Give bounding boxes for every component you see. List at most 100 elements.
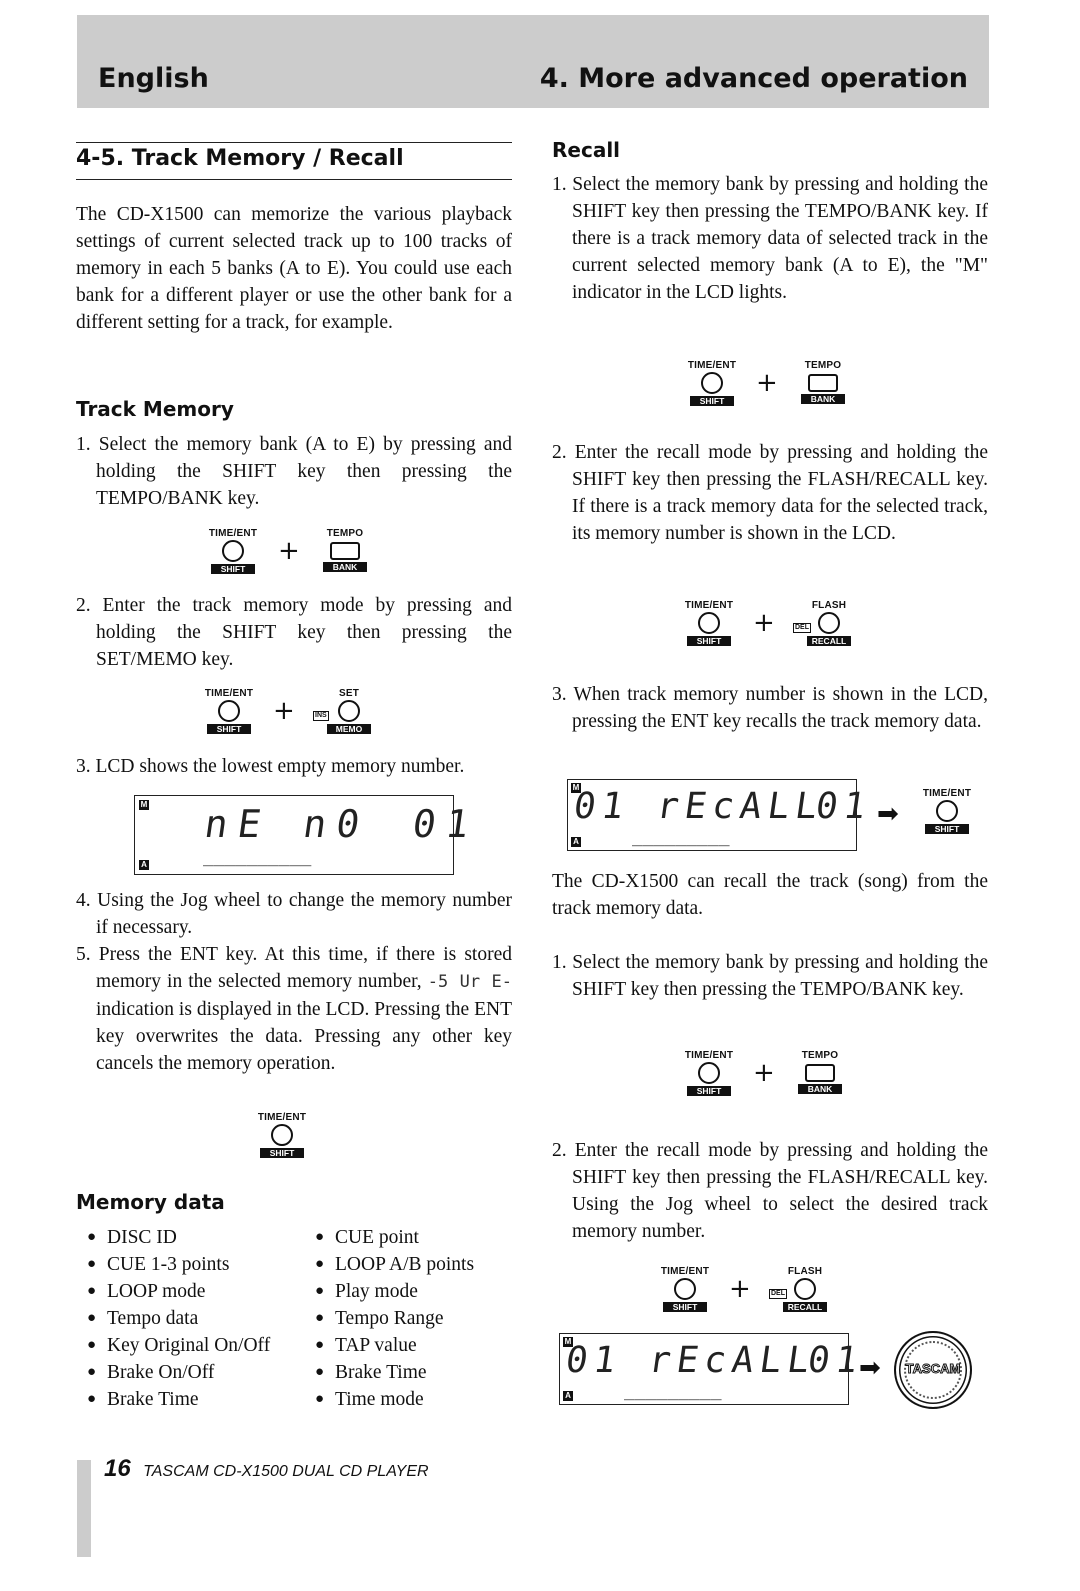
key-label: FLASH: [811, 600, 847, 611]
right-arrow-icon: ➡: [877, 799, 899, 829]
tempo-key: TEMPO BANK: [315, 528, 375, 572]
plus-sign: +: [278, 536, 300, 566]
del-tag: DEL: [793, 623, 811, 633]
list-item: Tempo data: [87, 1305, 270, 1332]
recall-step-3: 3. When track memory number is shown in …: [552, 684, 988, 732]
list-item: Tempo Range: [315, 1305, 474, 1332]
plus-sign: +: [753, 608, 775, 638]
recall-step-2: 2. Enter the recall mode by pressing and…: [552, 442, 988, 544]
key-sublabel: MEMO: [327, 724, 371, 734]
section-title-text: 4-5. Track Memory / Recall: [76, 146, 404, 171]
key-sublabel: SHIFT: [687, 636, 731, 646]
ins-tag: INS: [313, 711, 329, 721]
list-item: DISC ID: [87, 1224, 270, 1251]
list-item: Brake On/Off: [87, 1359, 270, 1386]
key-diagram-shift-flash: TIME/ENT SHIFT + FLASH DEL RECALL: [679, 600, 869, 650]
rect-button-icon: [808, 374, 838, 392]
track-memory-heading: Track Memory: [76, 397, 234, 421]
key-label: TIME/ENT: [922, 788, 972, 799]
rect-button-icon: [805, 1064, 835, 1082]
key-diagram-time-ent: TIME/ENT SHIFT: [252, 1112, 312, 1162]
right-arrow-icon: ➡: [859, 1353, 881, 1383]
del-tag: DEL: [769, 1289, 787, 1299]
track-memory-step-1: 1. Select the memory bank (A to E) by pr…: [76, 434, 512, 509]
key-sublabel: SHIFT: [690, 396, 734, 406]
time-ent-key: TIME/ENT SHIFT: [199, 688, 259, 734]
key-label: TIME/ENT: [687, 360, 737, 371]
key-sublabel: SHIFT: [207, 724, 251, 734]
key-sublabel: BANK: [323, 562, 367, 572]
round-button-icon: [338, 700, 360, 722]
page-footer: 16 TASCAM CD-X1500 DUAL CD PLAYER: [104, 1455, 429, 1483]
key-label: TEMPO: [326, 528, 364, 539]
lcd-underline: _________: [632, 826, 730, 847]
recall-heading: Recall: [552, 138, 621, 162]
memory-data-list-right: CUE point LOOP A/B points Play mode Temp…: [315, 1224, 474, 1413]
set-key: SET INS MEMO: [313, 688, 379, 734]
plus-sign: +: [756, 368, 778, 398]
header-language: English: [98, 63, 209, 94]
key-sublabel: SHIFT: [925, 824, 969, 834]
jog-wheel-icon: TASCAM: [894, 1331, 972, 1409]
intro-paragraph: The CD-X1500 can memorize the various pl…: [76, 204, 512, 333]
list-item: Key Original On/Off: [87, 1332, 270, 1359]
page-number: 16: [104, 1455, 131, 1482]
key-sublabel: SHIFT: [687, 1086, 731, 1096]
list-item: CUE 1-3 points: [87, 1251, 270, 1278]
footer-bar: [77, 1460, 91, 1557]
list-item: Play mode: [315, 1278, 474, 1305]
footer-product: TASCAM CD-X1500 DUAL CD PLAYER: [143, 1463, 429, 1480]
lcd-number: 01: [409, 802, 482, 846]
key-label: SET: [338, 688, 360, 699]
key-diagram-shift-tempo: TIME/ENT SHIFT + TEMPO BANK: [679, 1050, 859, 1100]
flash-key: FLASH DEL RECALL: [769, 1266, 835, 1312]
round-button-icon: [701, 372, 723, 394]
list-item: TAP value: [315, 1332, 474, 1359]
key-sublabel: SHIFT: [260, 1148, 304, 1158]
key-label: TEMPO: [801, 1050, 839, 1061]
plus-sign: +: [273, 696, 295, 726]
plus-sign: +: [729, 1274, 751, 1304]
lcd-display-recall: M 01 rEcALL 01 A _________: [567, 779, 874, 851]
lcd-number: 01: [813, 786, 875, 827]
round-button-icon: [222, 540, 244, 562]
key-label: TIME/ENT: [257, 1112, 307, 1123]
lcd-indicator-m: M: [139, 800, 149, 810]
lcd-number: 01: [805, 1340, 867, 1381]
list-item: LOOP mode: [87, 1278, 270, 1305]
tempo-key: TEMPO BANK: [793, 360, 853, 404]
step5-text-after: indication is displayed in the LCD. Pres…: [96, 999, 512, 1074]
round-button-icon: [698, 1062, 720, 1084]
track-memory-step-2: 2. Enter the track memory mode by pressi…: [76, 595, 512, 670]
key-diagram-time-ent: TIME/ENT SHIFT: [917, 788, 977, 838]
key-sublabel: SHIFT: [211, 564, 255, 574]
key-label: FLASH: [787, 1266, 823, 1277]
lcd-indicator-a: A: [563, 1391, 573, 1401]
memory-data-heading: Memory data: [76, 1190, 225, 1214]
lcd-underline: _________: [624, 1380, 722, 1401]
sure-lcd-glyph: -5 Ur E-: [427, 972, 512, 992]
time-ent-key: TIME/ENT SHIFT: [682, 360, 742, 406]
lcd-text: 01 rEcALL: [571, 786, 826, 827]
list-item: Brake Time: [315, 1359, 474, 1386]
time-ent-key: TIME/ENT SHIFT: [679, 600, 739, 646]
flash-key: FLASH DEL RECALL: [793, 600, 859, 646]
key-sublabel: RECALL: [807, 636, 851, 646]
header-chapter: 4. More advanced operation: [539, 63, 968, 94]
key-diagram-shift-set: TIME/ENT SHIFT + SET INS MEMO: [199, 688, 389, 738]
lcd-underline: __________: [203, 846, 312, 867]
round-button-icon: [674, 1278, 696, 1300]
list-item: Brake Time: [87, 1386, 270, 1413]
section-title: 4-5. Track Memory / Recall: [76, 142, 512, 180]
key-label: TEMPO: [804, 360, 842, 371]
time-ent-key: TIME/ENT SHIFT: [655, 1266, 715, 1312]
key-label: TIME/ENT: [204, 688, 254, 699]
round-button-icon: [794, 1278, 816, 1300]
key-label: TIME/ENT: [684, 1050, 734, 1061]
lcd-indicator-a: A: [571, 837, 581, 847]
key-sublabel: SHIFT: [663, 1302, 707, 1312]
time-ent-key: TIME/ENT SHIFT: [917, 788, 977, 834]
key-sublabel: BANK: [798, 1084, 842, 1094]
time-ent-key: TIME/ENT SHIFT: [203, 528, 263, 574]
key-label: TIME/ENT: [660, 1266, 710, 1277]
